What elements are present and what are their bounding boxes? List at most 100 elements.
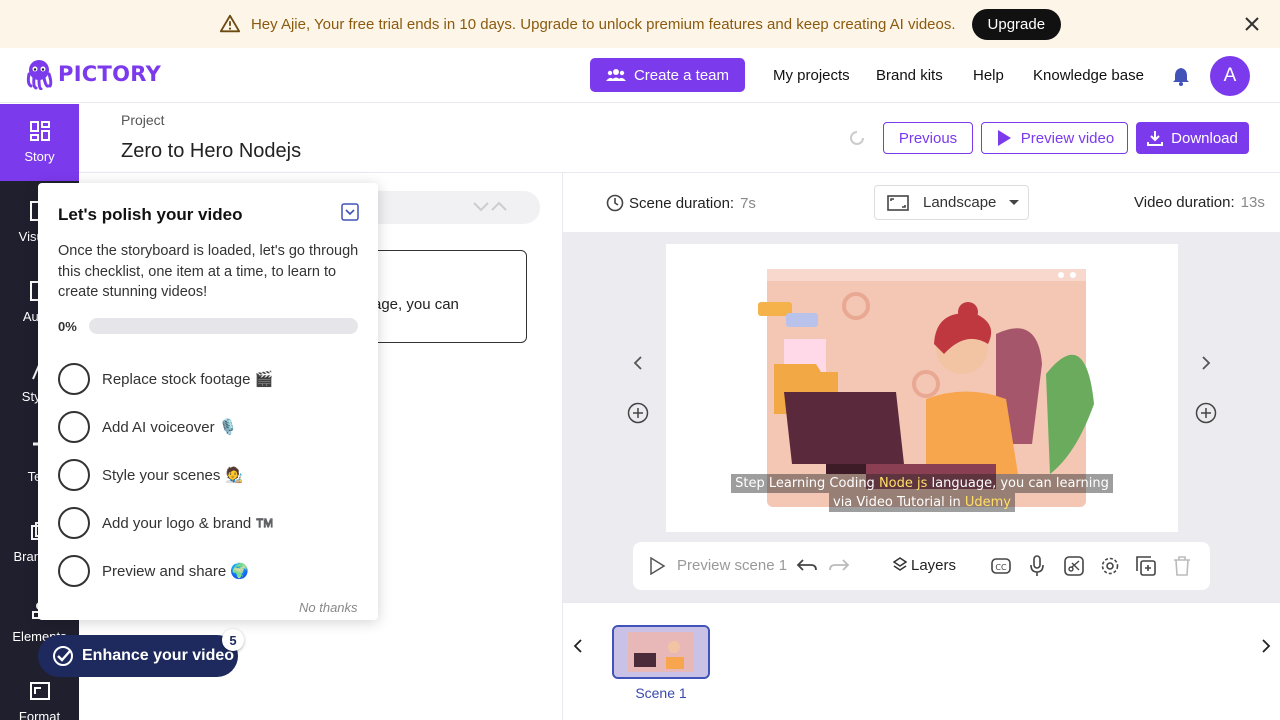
preview-scene-label[interactable]: Preview scene 1 (677, 557, 787, 574)
enhance-video-label: Enhance your video (82, 647, 235, 664)
video-duration: Video duration: 13s (1134, 194, 1265, 211)
layers-icon[interactable] (893, 557, 907, 573)
bell-icon[interactable] (1172, 66, 1190, 86)
download-button[interactable]: Download (1136, 122, 1249, 154)
octopus-logo-icon (26, 60, 53, 90)
scene-duration-label: Scene duration: (629, 194, 735, 212)
chevron-left-icon[interactable] (630, 355, 646, 371)
preview-video-label: Preview video (1020, 129, 1115, 147)
project-title[interactable]: Zero to Hero Nodejs (121, 140, 301, 163)
add-scene-after-icon[interactable] (1195, 402, 1217, 424)
rail-item-story[interactable]: Story (0, 104, 79, 181)
subtitle-line2-text: via Video Tutorial in (833, 495, 965, 510)
gear-icon[interactable] (1100, 556, 1120, 576)
microphone-icon[interactable] (1029, 555, 1045, 577)
checklist-progress-bar (89, 318, 358, 334)
checklist-progress-label: 0% (58, 319, 77, 334)
video-duration-label: Video duration: (1134, 194, 1235, 211)
checklist-checkbox[interactable] (58, 555, 90, 587)
top-nav: PICTORY Create a team My projects Brand … (0, 48, 1280, 103)
clock-icon (606, 194, 624, 212)
onboarding-checklist: Let's polish your video Once the storybo… (38, 183, 378, 620)
chevron-right-icon[interactable] (1198, 355, 1214, 371)
checklist-item-label: Add your logo & brand ™️ (102, 515, 275, 532)
subtitle-line1-text: Step Learning Coding (735, 476, 879, 491)
play-outline-icon[interactable] (648, 557, 666, 575)
preview-video-button[interactable]: Preview video (981, 122, 1128, 154)
checklist-description: Once the storyboard is loaded, let's go … (58, 243, 359, 300)
logo-text: PICTORY (58, 62, 162, 86)
checklist-item-stock-footage[interactable]: Replace stock footage 🎬 (58, 362, 358, 396)
checklist-item-style-scenes[interactable]: Style your scenes 🧑‍🎨 (58, 458, 358, 492)
nav-my-projects[interactable]: My projects (773, 67, 850, 84)
scene-thumbnail-label[interactable]: Scene 1 (612, 685, 710, 701)
subtitle-line1-rest: language, you can learning (927, 476, 1109, 491)
checklist-item-voiceover[interactable]: Add AI voiceover 🎙️ (58, 410, 358, 444)
trial-banner: Hey Ajie, Your free trial ends in 10 day… (0, 0, 1280, 48)
checklist-title: Let's polish your video (58, 205, 243, 224)
captions-icon[interactable]: CC (991, 556, 1011, 576)
project-label: Project (121, 112, 165, 128)
enhance-count-badge: 5 (222, 629, 244, 651)
team-icon (605, 69, 626, 81)
video-duration-value: 13s (1240, 194, 1265, 211)
chevron-icon[interactable] (472, 201, 508, 213)
checklist-checkbox[interactable] (58, 459, 90, 491)
checklist-item-label: Replace stock footage 🎬 (102, 371, 274, 388)
checklist-item-label: Preview and share 🌍 (102, 563, 250, 580)
scene-toolbar: Preview scene 1 Layers CC (633, 542, 1210, 590)
scene-duration-value: 7s (740, 194, 756, 212)
checklist-item-label: Add AI voiceover 🎙️ (102, 419, 238, 436)
checklist-checkbox[interactable] (58, 363, 90, 395)
nav-knowledge-base[interactable]: Knowledge base (1033, 67, 1144, 84)
nav-brand-kits[interactable]: Brand kits (876, 67, 943, 84)
checklist-checkbox[interactable] (58, 411, 90, 443)
scene-duration: Scene duration: 7s (606, 194, 756, 212)
nav-help[interactable]: Help (973, 67, 1004, 84)
caret-down-icon (1009, 199, 1020, 205)
download-icon (1147, 131, 1164, 146)
enhance-video-button[interactable]: Enhance your video (38, 635, 238, 677)
subtitle-highlight-udemy: Udemy (964, 495, 1011, 510)
trash-icon[interactable] (1173, 556, 1191, 576)
aspect-label: Landscape (923, 194, 997, 211)
filmstrip-next-icon[interactable] (1260, 639, 1272, 653)
avatar[interactable]: A (1210, 56, 1250, 96)
filmstrip-prev-icon[interactable] (572, 639, 584, 653)
refresh-icon (850, 131, 864, 145)
scene-text[interactable]: age, you can (373, 296, 459, 313)
svg-text:CC: CC (995, 563, 1007, 572)
undo-icon[interactable] (795, 557, 819, 575)
scissors-icon[interactable] (1064, 556, 1084, 576)
create-team-label: Create a team (633, 66, 730, 84)
grid-icon (29, 121, 50, 141)
collapse-icon[interactable] (341, 203, 359, 221)
logo[interactable]: PICTORY (24, 58, 161, 90)
redo-icon[interactable] (827, 557, 851, 575)
close-icon[interactable] (1242, 14, 1262, 34)
checklist-item-logo-brand[interactable]: Add your logo & brand ™️ (58, 506, 358, 540)
warning-icon (219, 14, 241, 33)
layers-label[interactable]: Layers (911, 557, 956, 574)
trial-message: Hey Ajie, Your free trial ends in 10 day… (250, 15, 956, 33)
upgrade-button[interactable]: Upgrade (971, 8, 1062, 40)
rail-label-story: Story (24, 149, 55, 164)
previous-button[interactable]: Previous (883, 122, 973, 154)
create-team-button[interactable]: Create a team (590, 58, 745, 92)
download-label: Download (1171, 129, 1238, 147)
scene-canvas[interactable]: Step Learning Coding Node js language, y… (666, 244, 1178, 532)
rail-label-format: Format (18, 709, 61, 720)
scene-subtitle: Step Learning Coding Node js language, y… (666, 474, 1178, 512)
format-icon (29, 682, 50, 700)
add-scene-before-icon[interactable] (627, 402, 649, 424)
checklist-checkbox[interactable] (58, 507, 90, 539)
checklist-item-preview-share[interactable]: Preview and share 🌍 (58, 554, 358, 588)
scene-thumbnail[interactable] (612, 625, 710, 679)
check-circle-icon (53, 646, 73, 666)
duplicate-icon[interactable] (1136, 556, 1156, 576)
play-icon (997, 130, 1011, 146)
no-thanks-link[interactable]: No thanks (299, 600, 358, 615)
subtitle-highlight-nodejs: Node js (878, 476, 928, 491)
checklist-item-label: Style your scenes 🧑‍🎨 (102, 467, 244, 484)
aspect-ratio-select[interactable]: Landscape (874, 185, 1029, 220)
